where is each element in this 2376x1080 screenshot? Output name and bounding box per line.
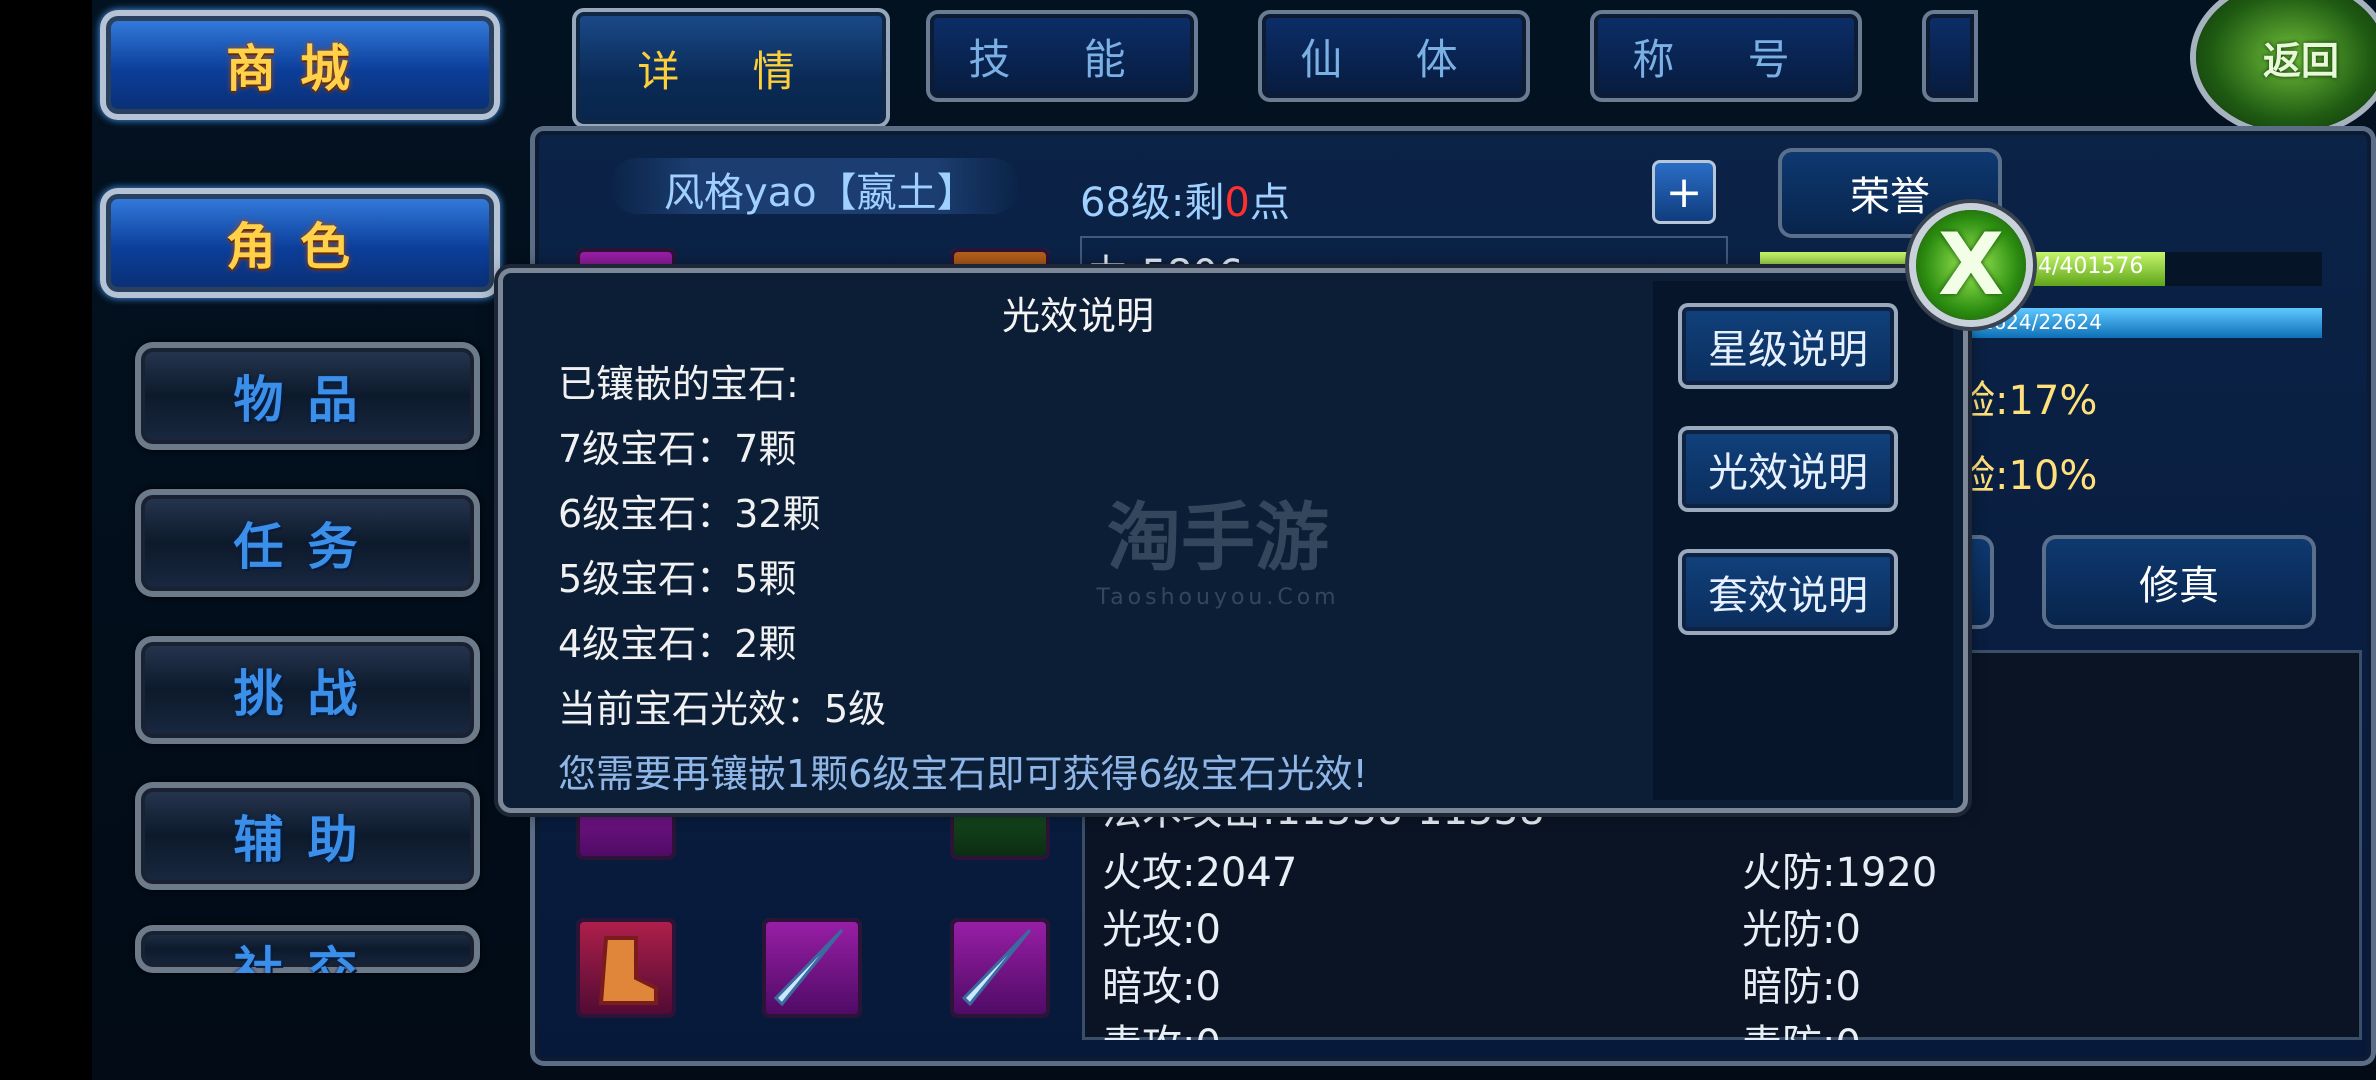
close-dialog-button[interactable]: X <box>1916 210 2026 320</box>
tab-details[interactable]: 详 情 <box>572 8 890 128</box>
add-points-button[interactable]: + <box>1652 160 1716 224</box>
exp-rate-1: 验:17% <box>1955 378 2098 424</box>
xiuzhen-label: 修真 <box>2139 563 2219 609</box>
boots-icon <box>598 936 658 1005</box>
role-button[interactable]: 角色 <box>100 188 500 298</box>
hp-bar-text: 4/401576 <box>2038 254 2144 279</box>
tab-label: 称 号 <box>1632 34 1820 84</box>
sword-icon <box>773 928 844 1007</box>
sidebar-item-assist[interactable]: 辅助 <box>135 782 480 890</box>
dialog-line: 4级宝石：2颗 <box>558 622 797 666</box>
tab-label: 详 情 <box>637 46 825 96</box>
points-suffix: 点 <box>1249 180 1290 226</box>
level-text: 68级:剩0点 <box>1080 170 1290 228</box>
star-info-button[interactable]: 星级说明 <box>1678 303 1898 389</box>
fire-defense-value: 火防:1920 <box>1742 850 1938 896</box>
character-name: 风格yao【嬴土】 <box>664 170 977 216</box>
strength-value: 力:5806 <box>1088 252 1244 276</box>
role-label: 角色 <box>226 218 374 276</box>
dark-defense-value: 暗防:0 <box>1742 964 1861 1010</box>
button-label: 套效说明 <box>1708 573 1868 619</box>
shop-label: 商城 <box>226 40 374 98</box>
remaining-points: 0 <box>1224 180 1250 226</box>
plus-icon: + <box>1665 166 1703 218</box>
close-icon: X <box>1937 215 2005 315</box>
tab-skills[interactable]: 技 能 <box>926 10 1198 102</box>
tab-immortal-body[interactable]: 仙 体 <box>1258 10 1530 102</box>
watermark: 淘手游 Taoshouyou.Com <box>1058 478 1378 610</box>
tab-label: 技 能 <box>968 34 1156 84</box>
poison-defense-value: 毒防:0 <box>1742 1012 1861 1040</box>
dialog-hint: 您需要再镶嵌1颗6级宝石即可获得6级宝石光效! <box>558 752 1368 796</box>
light-defense-value: 光防:0 <box>1742 907 1861 953</box>
dialog-line: 5级宝石：5颗 <box>558 557 797 601</box>
sword-icon <box>961 928 1032 1007</box>
sidebar-item-label: 物品 <box>233 371 382 429</box>
dialog-line: 已镶嵌的宝石: <box>558 362 799 406</box>
dialog-line: 当前宝石光效：5级 <box>558 687 887 731</box>
sidebar-item-tasks[interactable]: 任务 <box>135 489 480 597</box>
exp-rate-2: 验:10% <box>1955 453 2098 499</box>
boots-slot[interactable] <box>576 918 676 1018</box>
strength-box: 力:5806 <box>1080 236 1728 276</box>
level-label: 68级:剩 <box>1080 180 1225 226</box>
fire-attack-value: 火攻:2047 <box>1102 850 1298 896</box>
dialog-title: 光效说明 <box>1001 294 1154 338</box>
tab-more[interactable] <box>1922 10 1978 102</box>
sidebar-item-label: 任务 <box>233 518 382 576</box>
tab-titles[interactable]: 称 号 <box>1590 10 1862 102</box>
sidebar-item-label: 社交 <box>233 942 382 973</box>
weapon-slot-2[interactable] <box>950 918 1050 1018</box>
button-label: 星级说明 <box>1708 327 1868 373</box>
dark-attack-value: 暗攻:0 <box>1102 964 1221 1010</box>
sidebar-item-items[interactable]: 物品 <box>135 342 480 450</box>
light-effect-dialog: 光效说明 已镶嵌的宝石: 7级宝石：7颗 6级宝石：32颗 5级宝石：5颗 4级… <box>503 273 1963 808</box>
light-effect-info-button[interactable]: 光效说明 <box>1678 426 1898 512</box>
xiuzhen-button[interactable]: 修真 <box>2042 535 2316 629</box>
weapon-slot-1[interactable] <box>762 918 862 1018</box>
sidebar-item-social[interactable]: 社交 <box>135 925 480 973</box>
honor-label: 荣誉 <box>1850 174 1930 220</box>
sidebar-item-challenge[interactable]: 挑战 <box>135 636 480 744</box>
shop-button[interactable]: 商城 <box>100 10 500 120</box>
watermark-main: 淘手游 <box>1107 495 1329 581</box>
button-label: 光效说明 <box>1708 450 1868 496</box>
tab-label: 仙 体 <box>1300 34 1488 84</box>
poison-attack-value: 毒攻:0 <box>1102 1012 1221 1040</box>
sidebar-item-label: 挑战 <box>233 665 382 723</box>
set-effect-info-button[interactable]: 套效说明 <box>1678 549 1898 635</box>
sidebar-item-label: 辅助 <box>233 811 382 869</box>
dialog-line: 7级宝石：7颗 <box>558 427 797 471</box>
dialog-line: 6级宝石：32颗 <box>558 492 821 536</box>
light-attack-value: 光攻:0 <box>1102 907 1221 953</box>
watermark-sub: Taoshouyou.Com <box>1096 585 1340 610</box>
back-label: 返回 <box>2262 38 2339 83</box>
